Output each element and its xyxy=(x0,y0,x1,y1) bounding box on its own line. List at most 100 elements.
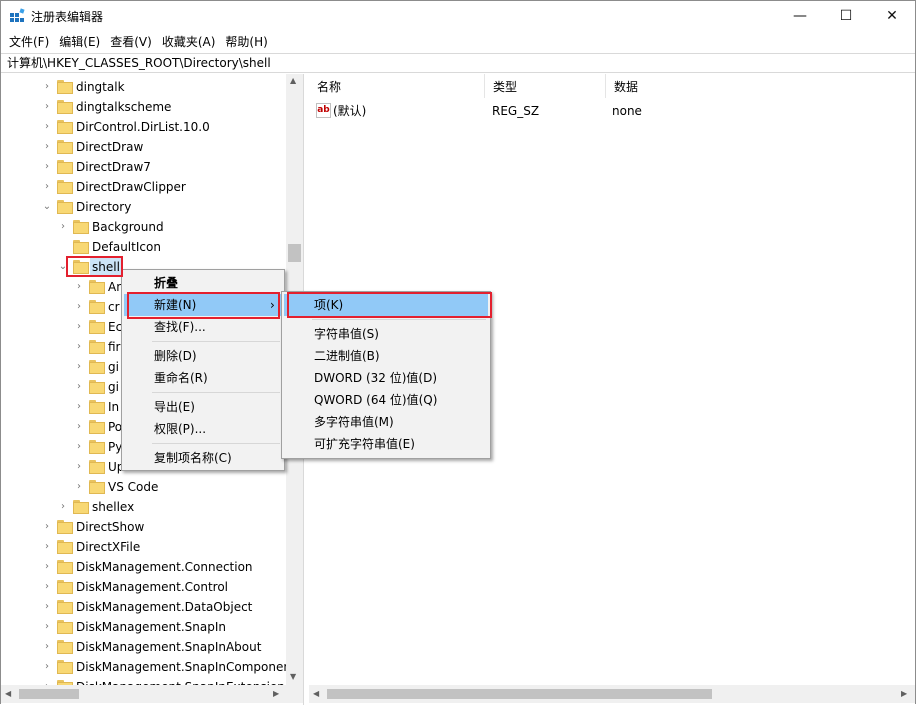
maximize-button[interactable]: ☐ xyxy=(823,1,869,31)
tree-horizontal-scroll-thumb[interactable] xyxy=(19,689,79,699)
chevron-right-icon[interactable]: › xyxy=(41,77,53,97)
chevron-right-icon: › xyxy=(270,298,275,312)
value-data: none xyxy=(612,104,642,118)
chevron-right-icon[interactable]: › xyxy=(57,217,69,237)
folder-icon xyxy=(57,579,73,595)
chevron-right-icon[interactable]: › xyxy=(41,97,53,117)
submenu-item-expandable-string-value[interactable]: 可扩充字符串值(E) xyxy=(284,433,488,455)
tree-item-label: gi xyxy=(108,380,119,394)
scroll-up-icon[interactable]: ▲ xyxy=(290,76,296,85)
chevron-right-icon[interactable]: › xyxy=(73,297,85,317)
tree-item-dm-snapin[interactable]: › DiskManagement.SnapIn xyxy=(1,617,286,637)
menu-item-new[interactable]: 新建(N) › xyxy=(124,294,282,316)
tree-item-label: dingtalkscheme xyxy=(76,100,172,114)
column-header-type[interactable]: 类型 xyxy=(485,74,606,98)
tree-item-shellex[interactable]: › shellex xyxy=(1,497,286,517)
folder-icon xyxy=(89,399,105,415)
menu-item-rename[interactable]: 重命名(R) xyxy=(124,367,282,389)
submenu-item-qword-value[interactable]: QWORD (64 位)值(Q) xyxy=(284,389,488,411)
tree-item-directshow[interactable]: › DirectShow xyxy=(1,517,286,537)
menu-item-find[interactable]: 查找(F)... xyxy=(124,316,282,338)
chevron-down-icon[interactable]: ⌄ xyxy=(41,197,53,217)
tree-item-background[interactable]: › Background xyxy=(1,217,286,237)
submenu-item-binary-value[interactable]: 二进制值(B) xyxy=(284,345,488,367)
tree-item-dm-partial[interactable]: › DiskManagement.SnapInExtension xyxy=(1,677,286,685)
menu-item-permissions[interactable]: 权限(P)... xyxy=(124,418,282,440)
submenu-item-string-value[interactable]: 字符串值(S) xyxy=(284,323,488,345)
value-name[interactable]: (默认) xyxy=(333,102,366,120)
chevron-right-icon[interactable]: › xyxy=(41,637,53,657)
menu-item-collapse[interactable]: 折叠 xyxy=(124,272,282,294)
chevron-right-icon[interactable]: › xyxy=(73,417,85,437)
menu-favorites[interactable]: 收藏夹(A) xyxy=(157,32,221,52)
menu-separator xyxy=(152,341,280,342)
chevron-right-icon[interactable]: › xyxy=(41,117,53,137)
scroll-left-icon[interactable]: ◀ xyxy=(313,689,319,698)
tree-item-dm-connection[interactable]: › DiskManagement.Connection xyxy=(1,557,286,577)
chevron-right-icon[interactable]: › xyxy=(41,177,53,197)
tree-item-directdraw7[interactable]: › DirectDraw7 xyxy=(1,157,286,177)
chevron-right-icon[interactable]: › xyxy=(41,577,53,597)
chevron-right-icon[interactable]: › xyxy=(41,537,53,557)
tree-vertical-scroll-thumb[interactable] xyxy=(288,244,301,262)
tree-item-directdrawclipper[interactable]: › DirectDrawClipper xyxy=(1,177,286,197)
scroll-down-icon[interactable]: ▼ xyxy=(290,672,296,681)
chevron-right-icon[interactable]: › xyxy=(41,517,53,537)
chevron-right-icon[interactable]: › xyxy=(41,597,53,617)
tree-item-dm-control[interactable]: › DiskManagement.Control xyxy=(1,577,286,597)
chevron-right-icon[interactable]: › xyxy=(73,397,85,417)
tree-horizontal-scrollbar[interactable]: ◀ ▶ xyxy=(1,685,286,703)
submenu-item-multi-string-value[interactable]: 多字符串值(M) xyxy=(284,411,488,433)
chevron-right-icon[interactable]: › xyxy=(41,137,53,157)
submenu-item-dword-value[interactable]: DWORD (32 位)值(D) xyxy=(284,367,488,389)
address-bar[interactable]: 计算机\HKEY_CLASSES_ROOT\Directory\shell xyxy=(1,53,915,73)
chevron-right-icon[interactable]: › xyxy=(73,357,85,377)
chevron-right-icon[interactable]: › xyxy=(41,677,53,685)
chevron-right-icon[interactable]: › xyxy=(57,497,69,517)
values-horizontal-scrollbar[interactable]: ◀ ▶ xyxy=(309,685,915,703)
tree-item-defaulticon[interactable]: DefaultIcon xyxy=(1,237,286,257)
column-header-name[interactable]: 名称 xyxy=(309,74,485,98)
menu-item-export[interactable]: 导出(E) xyxy=(124,396,282,418)
menu-item-delete[interactable]: 删除(D) xyxy=(124,345,282,367)
scroll-left-icon[interactable]: ◀ xyxy=(5,689,11,698)
tree-item-directory[interactable]: ⌄ Directory xyxy=(1,197,286,217)
tree-item-vscode[interactable]: › VS Code xyxy=(1,477,286,497)
tree-item-dm-dataobject[interactable]: › DiskManagement.DataObject xyxy=(1,597,286,617)
menu-file[interactable]: 文件(F) xyxy=(4,32,54,52)
submenu-item-key[interactable]: 项(K) xyxy=(284,294,488,316)
menu-help[interactable]: 帮助(H) xyxy=(220,32,272,52)
scroll-right-icon[interactable]: ▶ xyxy=(901,689,907,698)
tree-item-dircontrol[interactable]: › DirControl.DirList.10.0 xyxy=(1,117,286,137)
scroll-right-icon[interactable]: ▶ xyxy=(273,689,279,698)
chevron-right-icon[interactable]: › xyxy=(73,337,85,357)
tree-item-dingtalkscheme[interactable]: › dingtalkscheme xyxy=(1,97,286,117)
chevron-right-icon[interactable]: › xyxy=(73,317,85,337)
column-header-data[interactable]: 数据 xyxy=(606,74,915,98)
chevron-right-icon[interactable]: › xyxy=(73,477,85,497)
close-button[interactable]: ✕ xyxy=(869,1,915,31)
values-horizontal-scroll-thumb[interactable] xyxy=(327,689,712,699)
chevron-down-icon[interactable]: ⌄ xyxy=(57,257,69,277)
tree-item-dm-snapinabout[interactable]: › DiskManagement.SnapInAbout xyxy=(1,637,286,657)
folder-icon xyxy=(89,299,105,315)
chevron-right-icon[interactable]: › xyxy=(41,617,53,637)
minimize-button[interactable]: — xyxy=(777,1,823,31)
chevron-right-icon[interactable]: › xyxy=(73,277,85,297)
chevron-right-icon[interactable]: › xyxy=(73,377,85,397)
folder-icon xyxy=(89,419,105,435)
menu-view[interactable]: 查看(V) xyxy=(105,32,157,52)
chevron-right-icon[interactable]: › xyxy=(41,157,53,177)
folder-icon xyxy=(73,499,89,515)
menu-edit[interactable]: 编辑(E) xyxy=(54,32,105,52)
chevron-right-icon[interactable]: › xyxy=(73,437,85,457)
tree-item-directdraw[interactable]: › DirectDraw xyxy=(1,137,286,157)
tree-item-label: VS Code xyxy=(108,480,159,494)
tree-item-dm-snapincomponent[interactable]: › DiskManagement.SnapInComponen xyxy=(1,657,286,677)
chevron-right-icon[interactable]: › xyxy=(41,657,53,677)
tree-item-directxfile[interactable]: › DirectXFile xyxy=(1,537,286,557)
chevron-right-icon[interactable]: › xyxy=(73,457,85,477)
menu-item-copy-key-name[interactable]: 复制项名称(C) xyxy=(124,447,282,469)
chevron-right-icon[interactable]: › xyxy=(41,557,53,577)
tree-item-dingtalk[interactable]: › dingtalk xyxy=(1,77,286,97)
